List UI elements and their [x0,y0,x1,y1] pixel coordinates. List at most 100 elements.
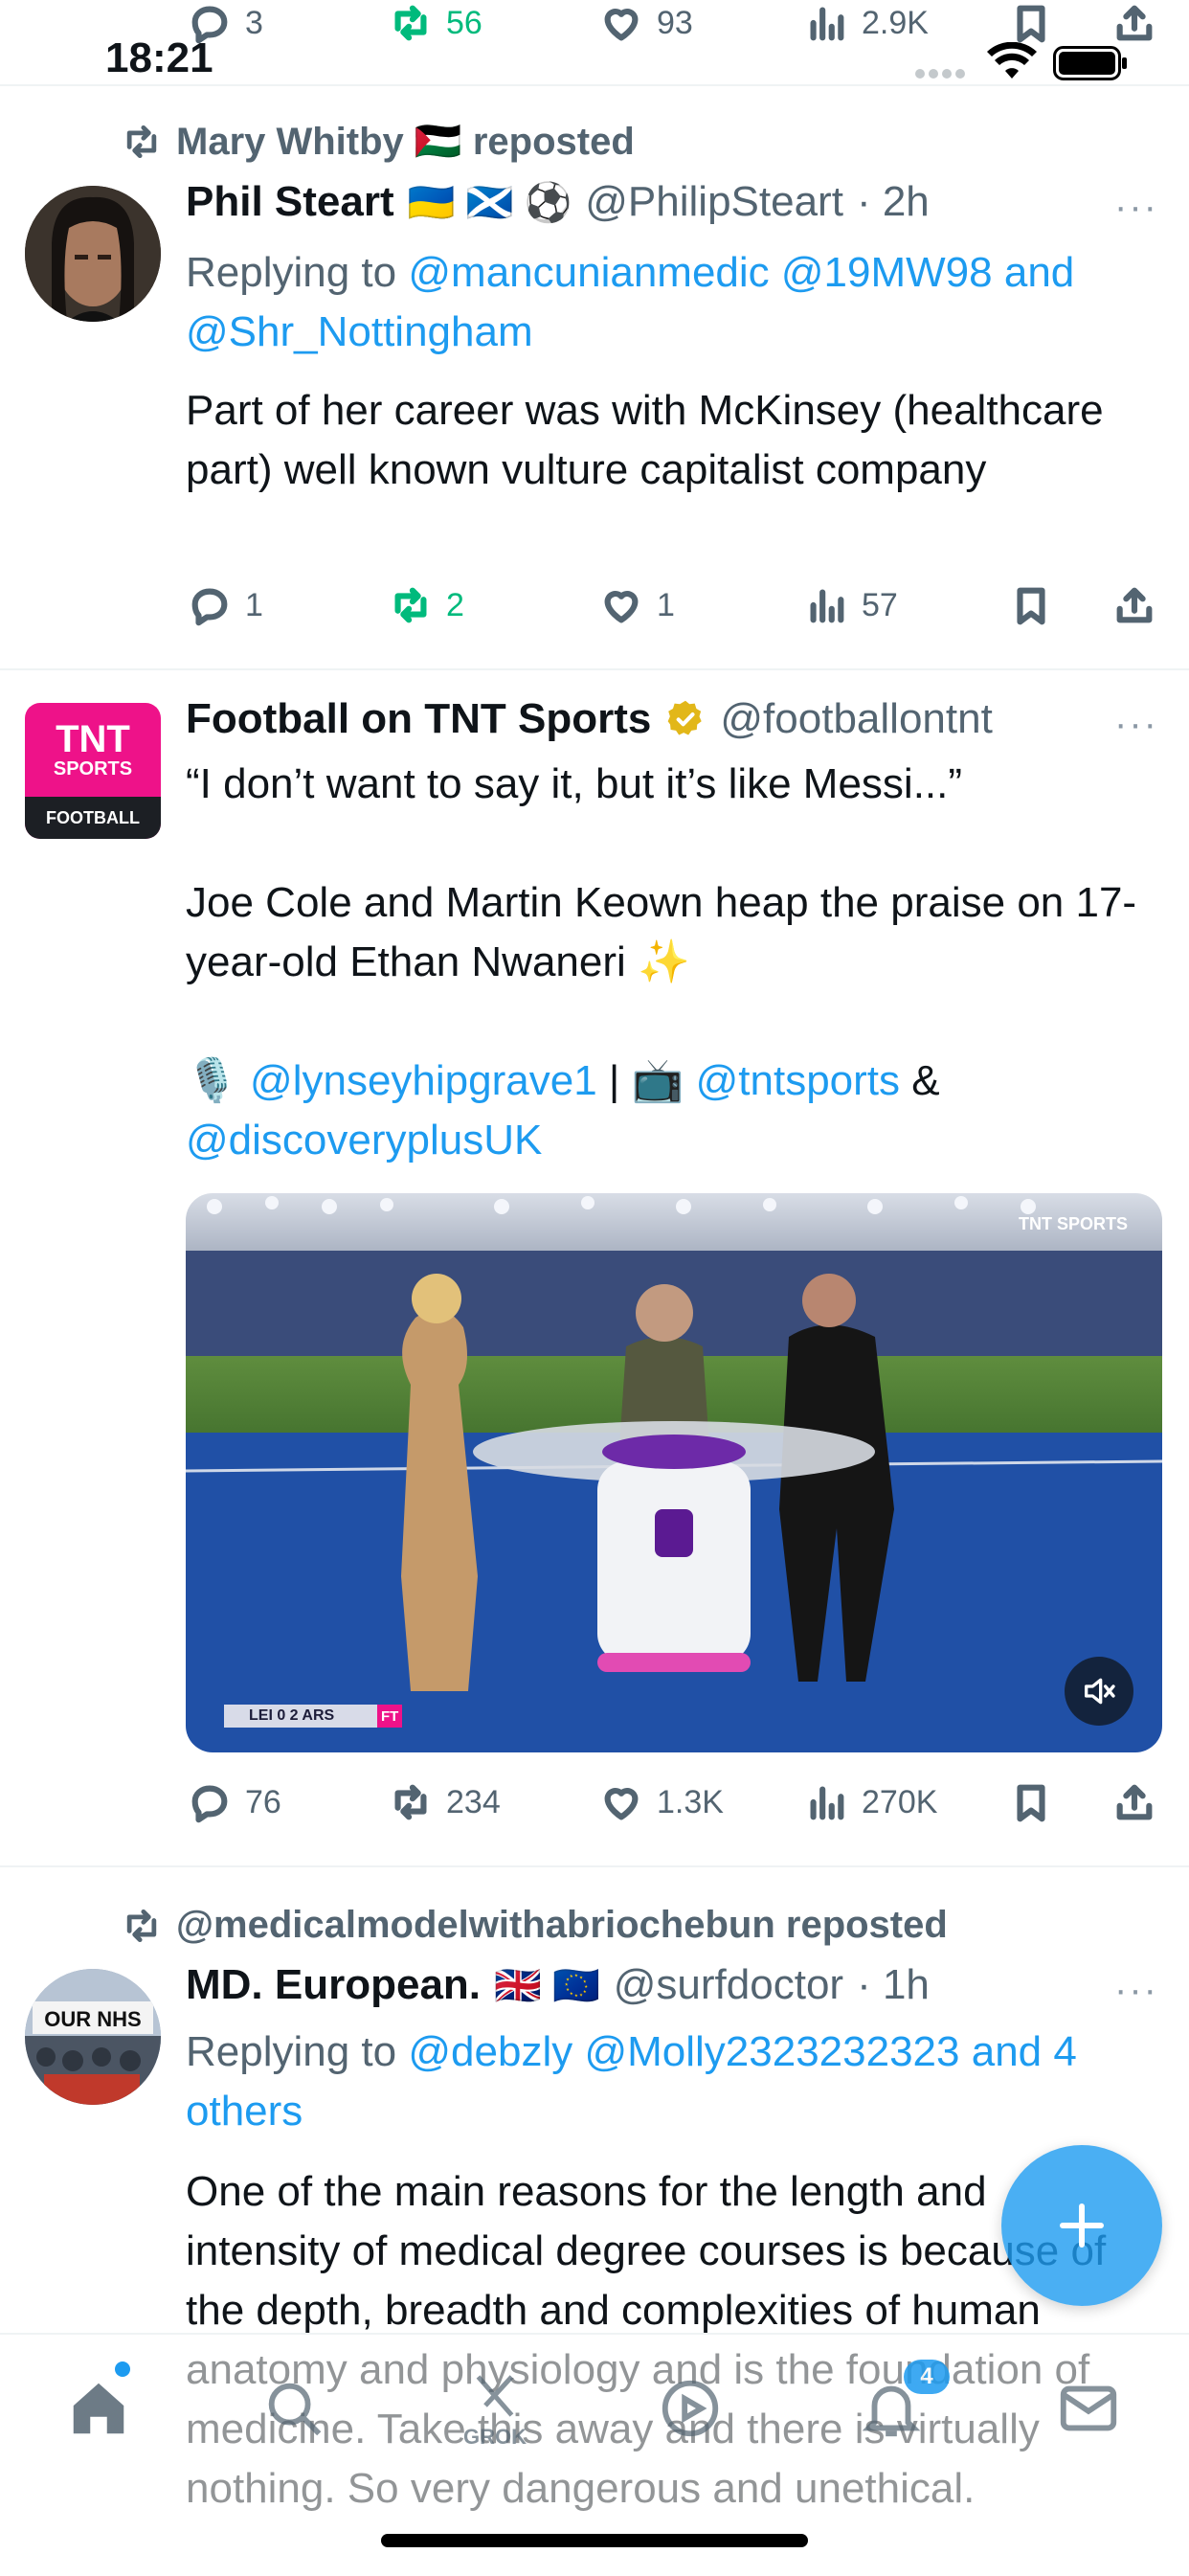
reply-icon [191,1785,228,1823]
tweet-text: Part of her career was with McKinsey (he… [186,387,1104,493]
television-icon: 📺 [631,1057,684,1104]
share-icon [1116,1784,1153,1820]
avatar-tnt-text: TNT [56,718,130,760]
video-thumbnail [186,1193,1162,1752]
nav-grok[interactable]: GROK [452,2365,538,2452]
views-button[interactable]: 2.9K [804,0,929,52]
like-count: 1 [657,586,675,623]
video-brand: TNT SPORTS [1019,1214,1129,1233]
nav-video[interactable] [647,2365,733,2452]
compose-button[interactable] [1001,2145,1162,2306]
repost-count: 56 [446,4,482,41]
cellular-signal-icon [914,67,972,85]
tweet-text-line1: “I don’t want to say it, but it’s like M… [186,760,963,807]
repost-label: Mary Whitby 🇵🇸 reposted [176,121,635,163]
mention-discoveryplusuk[interactable]: @discoveryplusUK [186,1117,542,1164]
muted-speaker-icon [1085,1678,1115,1705]
bookmark-button[interactable] [1009,1774,1053,1831]
views-button[interactable]: 57 [804,576,898,634]
heart-icon [604,591,639,623]
timestamp: · 2h [856,178,930,225]
repost-count: 2 [446,586,464,623]
nav-search[interactable] [251,2365,337,2452]
more-options-icon[interactable]: ··· [1114,1969,1158,2012]
views-icon [810,589,844,623]
plus-icon [1060,2203,1104,2248]
grok-icon [476,2375,514,2417]
tweet-header: MD. European. 🇬🇧 🇪🇺 @surfdoctor · 1h [186,1961,930,2009]
microphone-icon: 🎙️ [186,1057,238,1104]
views-button[interactable]: 270K [804,1774,937,1831]
name-emoji: 🇺🇦 🏴󠁧󠁢󠁳󠁣󠁴󠁿 ⚽ [407,181,572,224]
repost-icon [394,5,427,41]
video-ft: FT [381,1708,399,1725]
reply-button[interactable]: 76 [188,1774,281,1831]
name-emoji: 🇬🇧 🇪🇺 [494,1964,600,2007]
more-options-icon[interactable]: ··· [1114,186,1158,229]
notifications-badge: 4 [904,2360,950,2394]
video-player[interactable]: LEI 0 2 ARS FT TNT SPORTS [186,1193,1162,1752]
handle[interactable]: @PhilipSteart [585,178,843,226]
nav-messages[interactable] [1045,2365,1132,2452]
like-button[interactable]: 1.3K [599,1774,724,1831]
share-icon [1116,587,1153,623]
repost-count: 234 [446,1783,501,1820]
tweet-header: Football on TNT Sports @footballontnt [186,695,993,743]
repost-indicator: @medicalmodelwithabriochebun reposted [121,1904,948,1947]
bookmark-icon [1017,1784,1045,1822]
display-name[interactable]: Football on TNT Sports [186,695,651,743]
avatar[interactable] [25,186,161,322]
display-name[interactable]: Phil Steart [186,178,394,226]
view-count: 2.9K [862,4,929,41]
views-icon [810,1786,844,1820]
reply-icon [191,588,228,626]
home-unread-dot [115,2361,130,2377]
ampersand: & [911,1057,940,1104]
reply-context: Replying to @debzly @Molly2323232323 and… [186,2022,1162,2141]
home-icon [73,2383,124,2434]
view-count: 57 [862,586,898,623]
mention-lynseyhipgrave1[interactable]: @lynseyhipgrave1 [250,1057,597,1104]
reply-button[interactable]: 1 [188,576,263,634]
bookmark-button[interactable] [1009,576,1053,634]
share-button[interactable] [1112,0,1156,52]
like-count: 93 [657,4,693,41]
status-time: 18:21 [105,34,213,81]
timestamp: · 1h [857,1961,930,2008]
bookmark-icon [1017,587,1045,625]
views-icon [810,7,844,41]
handle[interactable]: @footballontnt [720,695,992,743]
replying-to-label: Replying to [186,2028,397,2075]
bookmark-icon [1017,5,1045,43]
share-button[interactable] [1112,1774,1156,1831]
display-name[interactable]: MD. European. [186,1961,481,2009]
reply-context: Replying to @mancunianmedic @19MW98 and … [186,243,1162,362]
repost-button[interactable]: 56 [389,0,482,52]
video-score: LEI 0 2 ARS [249,1707,335,1724]
like-button[interactable]: 1 [599,576,675,634]
share-button[interactable] [1112,576,1156,634]
repost-icon [126,124,157,158]
nav-home[interactable] [56,2365,142,2452]
mute-button[interactable] [1065,1657,1133,1726]
avatar[interactable]: TNT SPORTS FOOTBALL [25,703,161,839]
repost-icon [126,1909,157,1942]
search-icon [268,2383,322,2436]
reply-count: 1 [245,586,263,623]
more-options-icon[interactable]: ··· [1114,703,1158,746]
home-indicator[interactable] [381,2534,808,2547]
separator: | [608,1057,620,1104]
handle[interactable]: @surfdoctor [614,1961,843,2009]
like-button[interactable]: 93 [599,0,693,52]
tweet-actions: 76 234 1.3K 270K [0,1774,1189,1831]
repost-icon [394,587,427,623]
wifi-icon [986,41,1038,85]
repost-label: @medicalmodelwithabriochebun reposted [176,1904,948,1946]
avatar[interactable]: OUR NHS [25,1969,161,2105]
heart-icon [604,9,639,41]
repost-button[interactable]: 2 [389,576,464,634]
mention-tntsports[interactable]: @tntsports [696,1057,900,1104]
avatar-sign-text: OUR NHS [44,2007,142,2031]
grok-label: GROK [463,2425,527,2449]
repost-button[interactable]: 234 [389,1774,501,1831]
